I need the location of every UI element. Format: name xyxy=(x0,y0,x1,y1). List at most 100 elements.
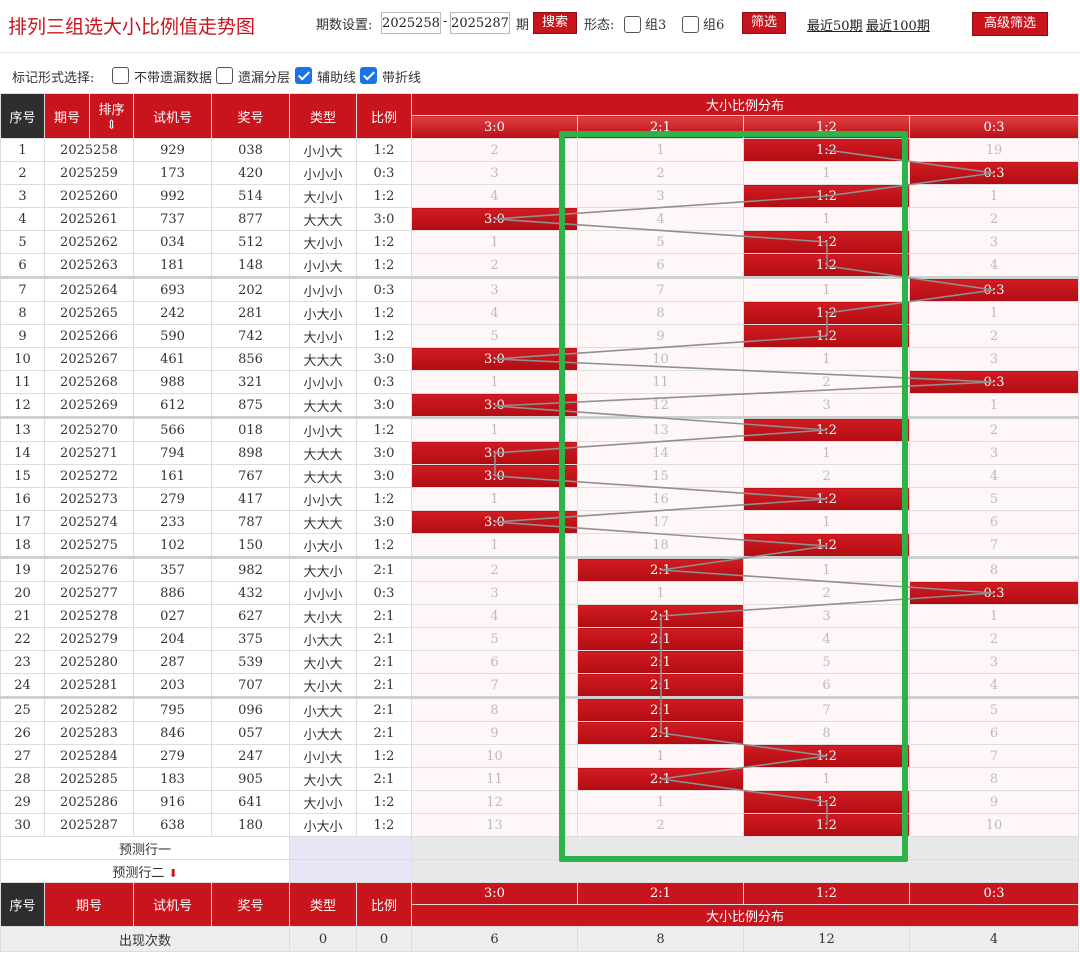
row-ratio: 1:2 xyxy=(356,230,412,254)
row-test-number: 204 xyxy=(133,627,212,651)
table-row[interactable]: 13 2025270 566 018 小小大 1:2 1 13 1:2 2 xyxy=(0,416,1080,442)
period-from-input[interactable]: 2025258 xyxy=(381,12,441,34)
table-row[interactable]: 23 2025280 287 539 大小大 2:1 6 2:1 5 3 xyxy=(0,650,1080,674)
stat-count-3-0: 6 xyxy=(411,926,578,952)
table-row[interactable]: 4 2025261 737 877 大大大 3:0 3:0 4 1 2 xyxy=(0,207,1080,231)
table-row[interactable]: 26 2025283 846 057 小大大 2:1 9 2:1 8 6 xyxy=(0,721,1080,745)
table-row[interactable]: 6 2025263 181 148 小小大 1:2 2 6 1:2 4 xyxy=(0,253,1080,278)
table-row[interactable]: 1 2025258 929 038 小小大 1:2 2 1 1:2 19 xyxy=(0,138,1080,162)
row-omit-cell: 7 xyxy=(411,673,578,698)
table-row[interactable]: 21 2025278 027 627 大小大 2:1 4 2:1 3 1 xyxy=(0,604,1080,628)
predict-row-2[interactable]: 预测行二 ⬇ xyxy=(0,859,290,883)
row-hit-cell: 1:2 xyxy=(743,744,910,768)
header-sort[interactable]: 排序 ⇕ xyxy=(89,93,134,139)
row-test-number: 242 xyxy=(133,301,212,325)
table-row[interactable]: 25 2025282 795 096 小大大 2:1 8 2:1 7 5 xyxy=(0,696,1080,722)
row-seq: 11 xyxy=(0,370,45,394)
row-type: 大小小 xyxy=(289,184,357,208)
row-test-number: 161 xyxy=(133,464,212,488)
table-row[interactable]: 24 2025281 203 707 大小大 2:1 7 2:1 6 4 xyxy=(0,673,1080,698)
row-seq: 20 xyxy=(0,581,45,605)
row-ratio: 1:2 xyxy=(356,324,412,348)
table-row[interactable]: 8 2025265 242 281 小大小 1:2 4 8 1:2 1 xyxy=(0,301,1080,325)
last-100-link[interactable]: 最近100期 xyxy=(866,15,930,34)
table-row[interactable]: 20 2025277 886 432 小小小 0:3 3 1 2 0:3 xyxy=(0,581,1080,605)
period-to-input[interactable]: 2025287 xyxy=(450,12,510,34)
row-period: 2025278 xyxy=(44,604,134,628)
table-row[interactable]: 14 2025271 794 898 大大大 3:0 3:0 14 1 3 xyxy=(0,441,1080,465)
row-omit-cell: 3 xyxy=(908,347,1080,371)
row-prize-number: 707 xyxy=(211,673,290,698)
row-prize-number: 417 xyxy=(211,487,290,511)
row-test-number: 638 xyxy=(133,813,212,837)
row-test-number: 181 xyxy=(133,253,212,278)
row-prize-number: 767 xyxy=(211,464,290,488)
row-test-number: 027 xyxy=(133,604,212,628)
search-button[interactable]: 搜索 xyxy=(533,12,577,34)
table-row[interactable]: 22 2025279 204 375 小大大 2:1 5 2:1 4 2 xyxy=(0,627,1080,651)
header-test-number: 试机号 xyxy=(133,93,212,139)
row-prize-number: 038 xyxy=(211,138,290,162)
row-test-number: 287 xyxy=(133,650,212,674)
row-seq: 1 xyxy=(0,138,45,162)
predict-row-1-cell[interactable] xyxy=(289,836,412,860)
row-hit-cell: 3:0 xyxy=(411,441,578,465)
row-period: 2025261 xyxy=(44,207,134,231)
table-row[interactable]: 3 2025260 992 514 大小小 1:2 4 3 1:2 1 xyxy=(0,184,1080,208)
predict-row-2-dist[interactable] xyxy=(410,859,1080,883)
row-test-number: 988 xyxy=(133,370,212,394)
row-omit-cell: 8 xyxy=(743,721,910,745)
table-row[interactable]: 29 2025286 916 641 大小小 1:2 12 1 1:2 9 xyxy=(0,790,1080,814)
row-period: 2025274 xyxy=(44,510,134,534)
row-omit-cell: 4 xyxy=(908,253,1080,278)
table-row[interactable]: 2 2025259 173 420 小小小 0:3 3 2 1 0:3 xyxy=(0,161,1080,185)
row-hit-cell: 0:3 xyxy=(908,581,1080,605)
row-seq: 10 xyxy=(0,347,45,371)
table-row[interactable]: 18 2025275 102 150 小大小 1:2 1 18 1:2 7 xyxy=(0,533,1080,558)
no-omit-data-checkbox[interactable] xyxy=(112,67,129,84)
table-row[interactable]: 30 2025287 638 180 小大小 1:2 13 2 1:2 10 xyxy=(0,813,1080,837)
row-seq: 29 xyxy=(0,790,45,814)
filter-button[interactable]: 筛选 xyxy=(742,12,786,34)
table-row[interactable]: 7 2025264 693 202 小小小 0:3 3 7 1 0:3 xyxy=(0,276,1080,302)
polyline-checkbox[interactable] xyxy=(360,67,377,84)
row-omit-cell: 3 xyxy=(743,393,910,418)
predict-row-2-cell[interactable] xyxy=(289,859,412,883)
group3-checkbox[interactable] xyxy=(624,16,641,33)
table-row[interactable]: 11 2025268 988 321 小小小 0:3 1 11 2 0:3 xyxy=(0,370,1080,394)
predict-row-1[interactable]: 预测行一 xyxy=(0,836,290,860)
row-period: 2025283 xyxy=(44,721,134,745)
guide-line-checkbox[interactable] xyxy=(295,67,312,84)
table-row[interactable]: 28 2025285 183 905 大小大 2:1 11 2:1 1 8 xyxy=(0,767,1080,791)
table-row[interactable]: 19 2025276 357 982 大大小 2:1 2 2:1 1 8 xyxy=(0,556,1080,582)
table-row[interactable]: 27 2025284 279 247 小小大 1:2 10 1 1:2 7 xyxy=(0,744,1080,768)
row-ratio: 1:2 xyxy=(356,416,412,442)
table-row[interactable]: 5 2025262 034 512 大小小 1:2 1 5 1:2 3 xyxy=(0,230,1080,254)
row-omit-cell: 1 xyxy=(908,184,1080,208)
table-row[interactable]: 9 2025266 590 742 大小小 1:2 5 9 1:2 2 xyxy=(0,324,1080,348)
row-omit-cell: 11 xyxy=(411,767,578,791)
row-seq: 5 xyxy=(0,230,45,254)
table-row[interactable]: 10 2025267 461 856 大大大 3:0 3:0 10 1 3 xyxy=(0,347,1080,371)
row-test-number: 173 xyxy=(133,161,212,185)
row-hit-cell: 2:1 xyxy=(577,556,744,582)
row-test-number: 693 xyxy=(133,276,212,302)
group6-checkbox[interactable] xyxy=(682,16,699,33)
row-seq: 7 xyxy=(0,276,45,302)
row-seq: 2 xyxy=(0,161,45,185)
predict-row-1-dist[interactable] xyxy=(410,836,1080,860)
table-row[interactable]: 16 2025273 279 417 小小大 1:2 1 16 1:2 5 xyxy=(0,487,1080,511)
advanced-filter-button[interactable]: 高级筛选 xyxy=(972,12,1048,36)
omit-layer-label: 遗漏分层 xyxy=(238,71,291,86)
last-50-link[interactable]: 最近50期 xyxy=(807,15,863,34)
omit-layer-checkbox[interactable] xyxy=(216,67,233,84)
table-row[interactable]: 12 2025269 612 875 大大大 3:0 3:0 12 3 1 xyxy=(0,393,1080,418)
table-row[interactable]: 17 2025274 233 787 大大大 3:0 3:0 17 1 6 xyxy=(0,510,1080,534)
row-omit-cell: 10 xyxy=(577,347,744,371)
row-omit-cell: 9 xyxy=(411,721,578,745)
table-row[interactable]: 15 2025272 161 767 大大大 3:0 3:0 15 2 4 xyxy=(0,464,1080,488)
row-omit-cell: 1 xyxy=(743,207,910,231)
row-ratio: 1:2 xyxy=(356,253,412,278)
row-period: 2025260 xyxy=(44,184,134,208)
row-omit-cell: 2 xyxy=(743,370,910,394)
